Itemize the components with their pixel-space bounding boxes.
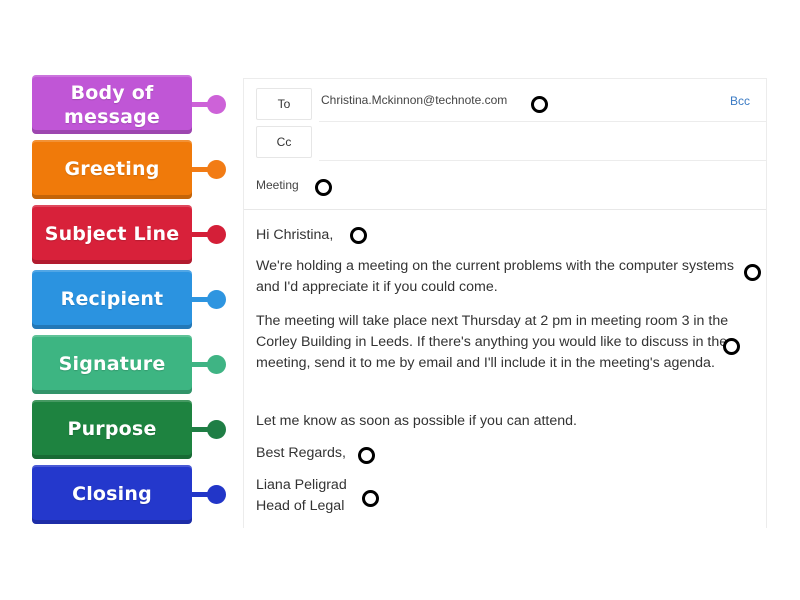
label-card-closing[interactable]: Closing <box>32 465 192 524</box>
drop-target-body[interactable] <box>723 338 740 355</box>
drop-target-signature[interactable] <box>362 490 379 507</box>
drop-target-purpose[interactable] <box>744 264 761 281</box>
label-card-subject-line[interactable]: Subject Line <box>32 205 192 264</box>
connector-dot[interactable] <box>207 420 226 439</box>
bcc-link[interactable]: Bcc <box>730 94 750 108</box>
connector-dot[interactable] <box>207 95 226 114</box>
connector-dot[interactable] <box>207 225 226 244</box>
email-panel: To Christina.Mckinnon@technote.com Bcc C… <box>243 78 767 528</box>
to-field-value: Christina.Mckinnon@technote.com <box>321 93 508 107</box>
label-text: Signature <box>58 353 166 375</box>
label-card-signature[interactable]: Signature <box>32 335 192 394</box>
drop-target-greeting[interactable] <box>350 227 367 244</box>
label-card-body-of-message[interactable]: Body of message <box>32 75 192 134</box>
label-card-recipient[interactable]: Recipient <box>32 270 192 329</box>
signature-title: Head of Legal <box>256 498 345 514</box>
connector-dot[interactable] <box>207 160 226 179</box>
label-text: Recipient <box>60 288 164 310</box>
paragraph-purpose: We're holding a meeting on the current p… <box>256 258 734 295</box>
connector-dot[interactable] <box>207 485 226 504</box>
label-text: Body of message <box>63 81 160 128</box>
label-text: Purpose <box>67 418 157 440</box>
signature-name: Liana Peligrad <box>256 477 347 493</box>
cc-button[interactable]: Cc <box>256 126 312 158</box>
closing-text: Best Regards, <box>256 445 346 461</box>
divider <box>244 209 766 210</box>
drop-target-subject[interactable] <box>315 179 332 196</box>
paragraph-request: Let me know as soon as possible if you c… <box>256 413 577 429</box>
label-card-greeting[interactable]: Greeting <box>32 140 192 199</box>
greeting-text: Hi Christina, <box>256 227 334 243</box>
label-text: Greeting <box>64 158 160 180</box>
drop-target-closing[interactable] <box>358 447 375 464</box>
divider <box>319 121 766 122</box>
connector-dot[interactable] <box>207 355 226 374</box>
connector-dot[interactable] <box>207 290 226 309</box>
label-card-purpose[interactable]: Purpose <box>32 400 192 459</box>
label-text: Closing <box>72 483 152 505</box>
drop-target-recipient[interactable] <box>531 96 548 113</box>
subject-field-value: Meeting <box>256 178 299 192</box>
divider <box>319 160 766 161</box>
label-text: Subject Line <box>44 223 180 245</box>
to-button[interactable]: To <box>256 88 312 120</box>
paragraph-body: The meeting will take place next Thursda… <box>256 313 729 371</box>
